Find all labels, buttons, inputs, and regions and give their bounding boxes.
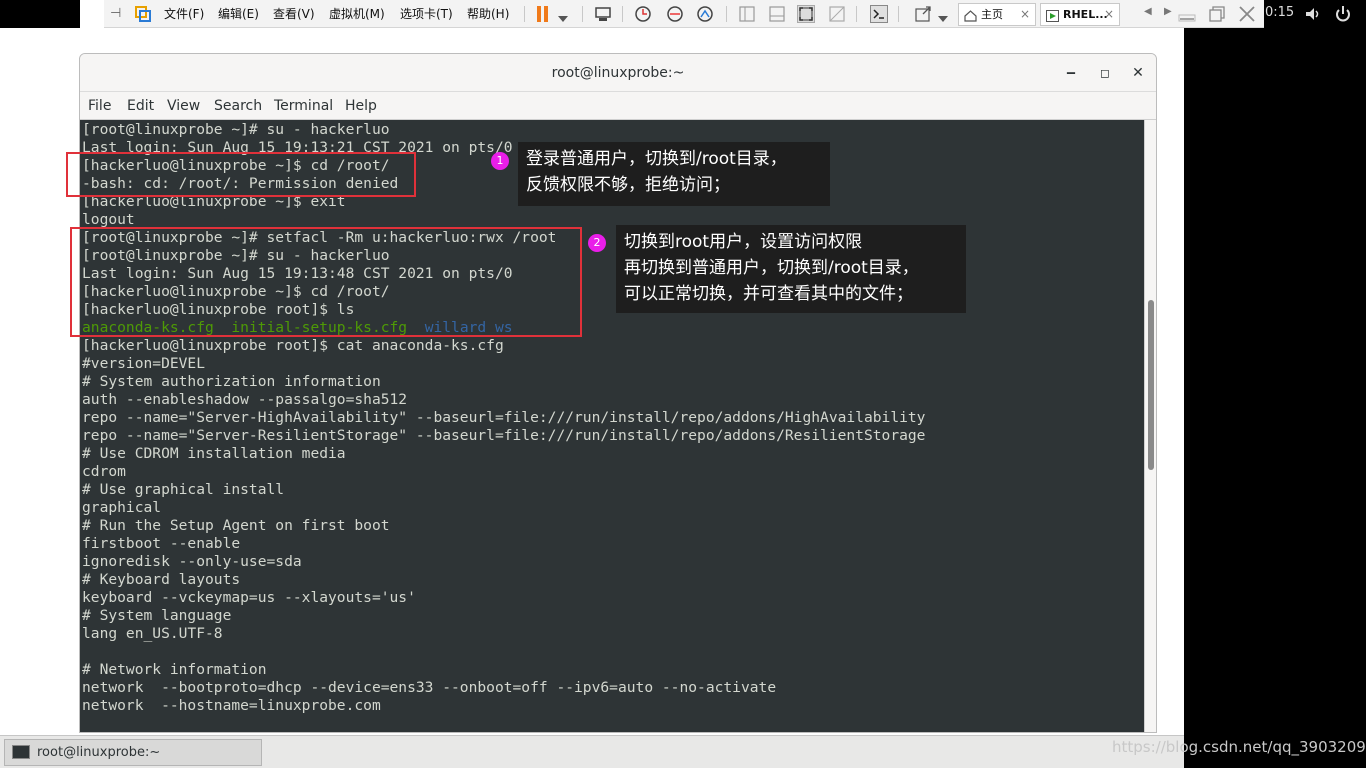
minimize-icon[interactable] <box>1178 5 1196 23</box>
clock: 0:15 <box>1265 5 1295 20</box>
close-icon[interactable] <box>1238 5 1256 23</box>
toolbar-separator <box>726 6 727 22</box>
callout-line: 登录普通用户，切换到/root目录， <box>526 149 787 169</box>
terminal-line: graphical <box>82 499 162 516</box>
menu-help[interactable]: Help <box>345 92 377 120</box>
taskbar: root@linuxprobe:~ <box>0 735 1184 768</box>
annotation-callout-2: 切换到root用户，设置访问权限 再切换到普通用户，切换到/root目录， 可以… <box>616 225 966 313</box>
annotation-badge-2: 2 <box>588 234 606 252</box>
terminal-line: repo --name="Server-HighAvailability" --… <box>82 409 926 426</box>
restore-icon[interactable] <box>1208 5 1226 23</box>
unity-icon[interactable] <box>828 5 846 23</box>
menu-vm[interactable]: 虚拟机(M) <box>329 0 385 28</box>
menu-terminal[interactable]: Terminal <box>274 92 333 120</box>
toolbar-strip: ⊣ 文件(F) 编辑(E) 查看(V) 虚拟机(M) 选项卡(T) 帮助(H) <box>104 0 1264 28</box>
right-black-area <box>1184 28 1366 768</box>
highlight-box-2 <box>70 227 582 337</box>
taskbar-item-label: root@linuxprobe:~ <box>37 745 161 760</box>
terminal-line: # Use graphical install <box>82 481 285 498</box>
dropdown-icon[interactable] <box>558 9 576 27</box>
sidebar-icon[interactable] <box>738 5 756 23</box>
menu-file[interactable]: 文件(F) <box>164 0 204 28</box>
terminal-line: # Network information <box>82 661 267 678</box>
pause-icon[interactable] <box>534 5 552 23</box>
terminal-titlebar[interactable]: root@linuxprobe:~ ‒ ◻ ✕ <box>80 54 1156 92</box>
terminal-line: # System authorization information <box>82 373 381 390</box>
terminal-line: # Use CDROM installation media <box>82 445 346 462</box>
home-icon <box>964 8 977 22</box>
scrollbar-thumb[interactable] <box>1148 300 1154 470</box>
window-minimize-button[interactable]: ‒ <box>1061 63 1081 83</box>
fullscreen-icon[interactable] <box>797 5 815 23</box>
vm-toolbar: ⊣ 文件(F) 编辑(E) 查看(V) 虚拟机(M) 选项卡(T) 帮助(H) <box>0 0 1366 28</box>
stretch-icon[interactable] <box>914 5 932 23</box>
menu-edit[interactable]: 编辑(E) <box>218 0 259 28</box>
toolbar-separator <box>582 6 583 22</box>
toolbar-separator <box>898 6 899 22</box>
terminal-scrollbar[interactable] <box>1144 120 1156 732</box>
terminal-line: auth --enableshadow --passalgo=sha512 <box>82 391 408 408</box>
snapshot-manager-icon[interactable] <box>696 5 714 23</box>
terminal-icon <box>12 745 30 759</box>
terminal-line: lang en_US.UTF-8 <box>82 625 223 642</box>
terminal-line: [hackerluo@linuxprobe root]$ cat anacond… <box>82 337 504 354</box>
tab-rhel-label: RHEL... <box>1063 8 1108 21</box>
dropdown-icon[interactable] <box>938 9 956 27</box>
menu-help[interactable]: 帮助(H) <box>467 0 509 28</box>
menu-search[interactable]: Search <box>214 92 262 120</box>
tab-rhel[interactable]: RHEL... × <box>1040 3 1120 26</box>
terminal-line: # System language <box>82 607 232 624</box>
toolbar-separator <box>524 6 525 22</box>
tab-close-button[interactable]: × <box>1104 4 1114 25</box>
annotation-badge-1: 1 <box>491 152 509 170</box>
console-icon[interactable] <box>870 5 888 23</box>
highlight-box-1 <box>66 152 416 197</box>
annotation-callout-1: 登录普通用户，切换到/root目录， 反馈权限不够，拒绝访问； <box>518 142 830 206</box>
callout-line: 切换到root用户，设置访问权限 <box>624 232 863 252</box>
terminal-line: # Run the Setup Agent on first boot <box>82 517 390 534</box>
menu-file[interactable]: File <box>88 92 111 120</box>
callout-line: 再切换到普通用户，切换到/root目录， <box>624 258 919 278</box>
terminal-line: cdrom <box>82 463 126 480</box>
menu-edit[interactable]: Edit <box>127 92 154 120</box>
callout-line: 反馈权限不够，拒绝访问； <box>526 175 730 195</box>
terminal-line: network --bootproto=dhcp --device=ens33 … <box>82 679 777 696</box>
taskbar-item-terminal[interactable]: root@linuxprobe:~ <box>4 739 262 766</box>
menu-view[interactable]: 查看(V) <box>273 0 315 28</box>
vm-tab-icon <box>1046 8 1059 22</box>
tab-home-label: 主页 <box>981 8 1003 21</box>
terminal-output[interactable]: [root@linuxprobe ~]# su - hackerluo Last… <box>80 120 1144 732</box>
back-icon[interactable]: ⊣ <box>110 6 128 24</box>
menu-tabs[interactable]: 选项卡(T) <box>400 0 453 28</box>
terminal-line: [root@linuxprobe ~]# su - hackerluo <box>82 121 390 138</box>
terminal-line: network --hostname=linuxprobe.com <box>82 697 381 714</box>
prev-tab-icon[interactable]: ◀ <box>1144 6 1162 24</box>
terminal-line: #version=DEVEL <box>82 355 206 372</box>
toolbar-separator <box>856 6 857 22</box>
toolbar-separator <box>622 6 623 22</box>
tab-close-button[interactable]: × <box>1020 4 1030 25</box>
watermark: https://blog.csdn.net/qq_39032096 <box>1112 738 1366 756</box>
terminal-line: repo --name="Server-ResilientStorage" --… <box>82 427 926 444</box>
window-maximize-button[interactable]: ◻ <box>1095 63 1115 83</box>
send-keys-icon[interactable] <box>594 5 612 23</box>
revert-snapshot-icon[interactable] <box>666 5 684 23</box>
toolbar-left-bg <box>0 0 80 28</box>
tab-home[interactable]: 主页 × <box>958 3 1036 26</box>
volume-icon[interactable] <box>1304 5 1322 23</box>
terminal-line: keyboard --vckeymap=us --xlayouts='us' <box>82 589 416 606</box>
power-icon[interactable] <box>1334 5 1352 23</box>
window-close-button[interactable]: ✕ <box>1128 63 1148 83</box>
callout-line: 可以正常切换，并可查看其中的文件； <box>624 284 913 304</box>
terminal-menubar: File Edit View Search Terminal Help <box>80 92 1156 120</box>
terminal-line: ignoredisk --only-use=sda <box>82 553 302 570</box>
window-title: root@linuxprobe:~ <box>551 65 685 81</box>
snapshot-icon[interactable] <box>634 5 652 23</box>
thumbnail-icon[interactable] <box>768 5 786 23</box>
menu-view[interactable]: View <box>167 92 200 120</box>
vm-logo-icon <box>134 5 152 23</box>
terminal-line: firstboot --enable <box>82 535 241 552</box>
terminal-line: # Keyboard layouts <box>82 571 241 588</box>
